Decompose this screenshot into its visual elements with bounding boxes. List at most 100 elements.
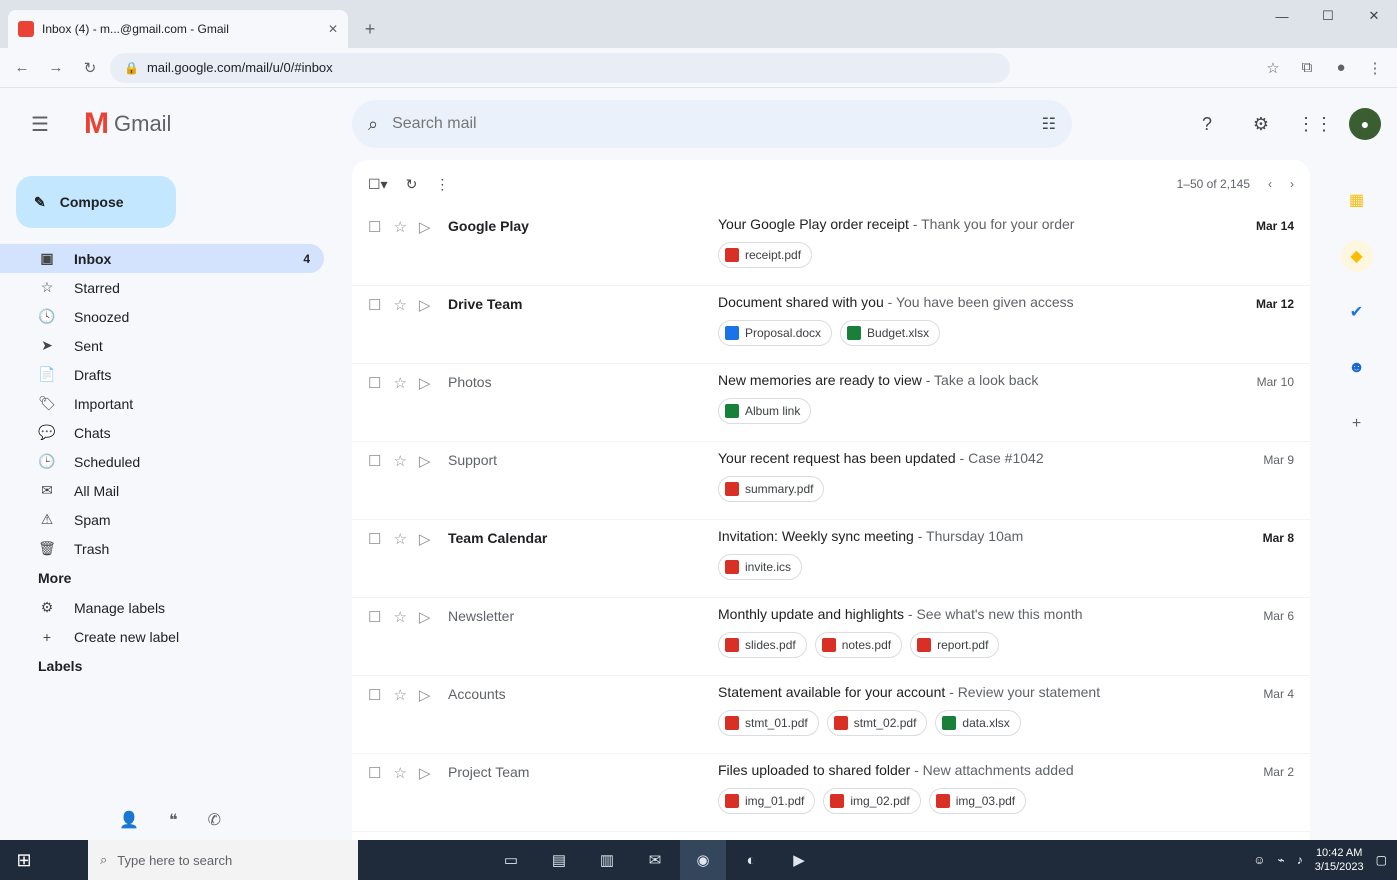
email-row[interactable]: ☐ ☆ ▷ Google Play Your Google Play order rec… [352, 208, 1310, 286]
prev-page-icon[interactable]: ‹ [1268, 177, 1272, 191]
sidebar-item-scheduled[interactable]: 🕒 Scheduled [0, 447, 324, 476]
file-explorer-icon[interactable]: ▤ [536, 840, 582, 880]
gmail-logo[interactable]: M Gmail [84, 107, 294, 141]
email-row[interactable]: ☐ ☆ ▷ Drive Team Document shared with you - … [352, 286, 1310, 364]
apps-grid-icon[interactable]: ⋮⋮ [1295, 104, 1335, 144]
attachment-chip[interactable]: notes.pdf [814, 632, 903, 658]
minimize-button[interactable]: — [1259, 0, 1305, 32]
edge-icon[interactable]: ◐ [728, 840, 774, 880]
url-field[interactable]: 🔒 mail.google.com/mail/u/0/#inbox [110, 52, 1010, 83]
attachment-chip[interactable]: receipt.pdf [718, 242, 813, 268]
attachment-chip[interactable]: Budget.xlsx [840, 320, 941, 346]
mail-app-icon[interactable]: ✉ [632, 840, 678, 880]
important-marker-icon[interactable]: ▷ [419, 530, 431, 597]
attachment-chip[interactable]: invite.ics [718, 554, 803, 580]
forward-icon[interactable]: → [42, 54, 70, 82]
email-row[interactable]: ☐ ☆ ▷ Support Your recent request has been u… [352, 442, 1310, 520]
sidebar-item-create-new-label[interactable]: + Create new label [0, 622, 324, 651]
hangouts-icon[interactable]: ❝ [169, 810, 178, 830]
important-marker-icon[interactable]: ▷ [419, 608, 431, 675]
sidebar-item-sent[interactable]: ➤ Sent [0, 331, 324, 360]
chrome-icon[interactable]: ◉ [680, 840, 726, 880]
media-icon[interactable]: ▶ [776, 840, 822, 880]
row-checkbox[interactable]: ☐ [368, 530, 381, 597]
email-row[interactable]: ☐ ☆ ▷ Project Team Files uploaded to shared … [352, 754, 1310, 832]
maximize-button[interactable]: ☐ [1305, 0, 1351, 32]
tasks-icon[interactable]: ✔ [1341, 296, 1373, 328]
important-marker-icon[interactable]: ▷ [419, 374, 431, 441]
star-icon[interactable]: ☆ [393, 764, 406, 831]
attachment-chip[interactable]: summary.pdf [718, 476, 825, 502]
keep-icon[interactable]: ◆ [1340, 240, 1373, 272]
sidebar-item-starred[interactable]: ☆ Starred [0, 273, 324, 302]
email-row[interactable]: ☐ ☆ ▷ Accounts Statement available for your … [352, 676, 1310, 754]
row-checkbox[interactable]: ☐ [368, 686, 381, 753]
star-bookmark-icon[interactable]: ☆ [1259, 54, 1287, 82]
back-icon[interactable]: ← [8, 54, 36, 82]
more-section-label[interactable]: More [0, 563, 340, 593]
attachment-chip[interactable]: img_03.pdf [928, 788, 1027, 814]
phone-icon[interactable]: ✆ [208, 810, 221, 830]
important-marker-icon[interactable]: ▷ [419, 686, 431, 753]
sidebar-item-inbox[interactable]: ▣ Inbox 4 [0, 244, 324, 273]
attachment-chip[interactable]: img_02.pdf [823, 788, 921, 814]
windows-start-icon[interactable]: ⊞ [0, 840, 48, 880]
add-addon-icon[interactable]: + [1341, 408, 1373, 440]
sidebar-item-drafts[interactable]: 📄 Drafts [0, 360, 324, 389]
attachment-chip[interactable]: img_01.pdf [718, 788, 816, 814]
attachment-chip[interactable]: slides.pdf [718, 632, 807, 658]
tab-close-icon[interactable]: ✕ [328, 22, 338, 36]
row-checkbox[interactable]: ☐ [368, 374, 381, 441]
refresh-icon[interactable]: ↻ [406, 176, 418, 193]
sidebar-item-spam[interactable]: ⚠ Spam [0, 505, 324, 534]
important-marker-icon[interactable]: ▷ [419, 218, 431, 285]
contacts-icon[interactable]: ☻ [1341, 352, 1373, 384]
notifications-icon[interactable]: ▢ [1376, 853, 1387, 867]
attachment-chip[interactable]: Album link [718, 398, 812, 424]
row-checkbox[interactable]: ☐ [368, 452, 381, 519]
calendar-icon[interactable]: ▦ [1341, 184, 1373, 216]
main-menu-icon[interactable]: ☰ [16, 100, 64, 148]
sidebar-item-chats[interactable]: 💬 Chats [0, 418, 324, 447]
sidebar-item-trash[interactable]: 🗑 Trash [0, 534, 324, 563]
sidebar-item-snoozed[interactable]: 🕓 Snoozed [0, 302, 324, 331]
email-row[interactable]: ☐ ☆ ▷ Newsletter Monthly update and highligh… [352, 598, 1310, 676]
clock[interactable]: 10:42 AM 3/15/2023 [1315, 846, 1364, 874]
search-icon[interactable]: ⌕ [368, 114, 378, 135]
row-checkbox[interactable]: ☐ [368, 764, 381, 831]
store-icon[interactable]: ▥ [584, 840, 630, 880]
star-icon[interactable]: ☆ [393, 530, 406, 597]
new-tab-button[interactable]: + [356, 15, 384, 43]
close-window-button[interactable]: ✕ [1351, 0, 1397, 32]
extensions-icon[interactable]: ⧉ [1293, 54, 1321, 82]
important-marker-icon[interactable]: ▷ [419, 296, 431, 363]
sidebar-item-manage-labels[interactable]: ⚙ Manage labels [0, 593, 324, 622]
profile-icon[interactable]: ● [1327, 54, 1355, 82]
star-icon[interactable]: ☆ [393, 374, 406, 441]
reload-icon[interactable]: ↻ [76, 54, 104, 82]
search-input[interactable] [392, 115, 1028, 133]
attachment-chip[interactable]: data.xlsx [935, 710, 1021, 736]
select-all-checkbox[interactable]: ☐▾ [368, 176, 388, 193]
row-checkbox[interactable]: ☐ [368, 608, 381, 675]
star-icon[interactable]: ☆ [393, 296, 406, 363]
row-checkbox[interactable]: ☐ [368, 296, 381, 363]
network-icon[interactable]: ⌁ [1277, 853, 1284, 867]
sidebar-item-all-mail[interactable]: ✉ All Mail [0, 476, 324, 505]
important-marker-icon[interactable]: ▷ [419, 764, 431, 831]
important-marker-icon[interactable]: ▷ [419, 452, 431, 519]
browser-tab[interactable]: Inbox (4) - m...@gmail.com - Gmail ✕ [8, 10, 348, 48]
sidebar-item-important[interactable]: 🏷 Important [0, 389, 324, 418]
attachment-chip[interactable]: stmt_01.pdf [718, 710, 819, 736]
email-row[interactable]: ☐ ☆ ▷ Team Calendar Invitation: Weekly sync … [352, 520, 1310, 598]
star-icon[interactable]: ☆ [393, 218, 406, 285]
account-avatar[interactable]: ● [1349, 108, 1381, 140]
task-view-icon[interactable]: ▭ [488, 840, 534, 880]
attachment-chip[interactable]: Proposal.docx [718, 320, 833, 346]
star-icon[interactable]: ☆ [393, 452, 406, 519]
email-row[interactable]: ☐ ☆ ▷ Photos New memories are ready to view … [352, 364, 1310, 442]
attachment-chip[interactable]: report.pdf [910, 632, 1000, 658]
attachment-chip[interactable]: stmt_02.pdf [826, 710, 928, 736]
compose-button[interactable]: ✎ Compose [16, 176, 176, 228]
star-icon[interactable]: ☆ [393, 608, 406, 675]
